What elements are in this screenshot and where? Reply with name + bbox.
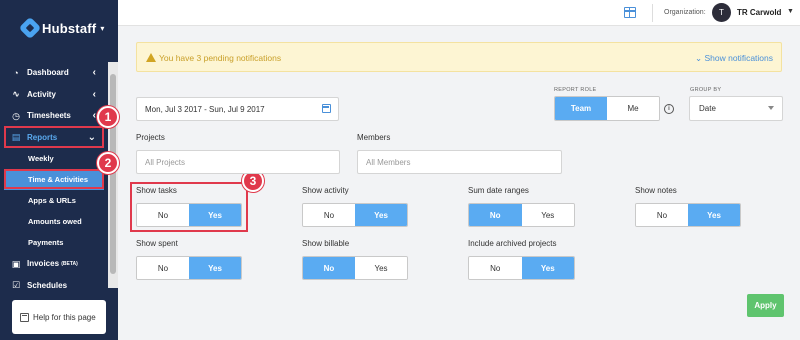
members-select[interactable]: All Members bbox=[357, 150, 562, 174]
show-activity-toggle: No Yes bbox=[302, 203, 408, 227]
show-spent-no-button[interactable]: No bbox=[137, 257, 189, 279]
sidebar-subitem-label: Apps & URLs bbox=[28, 196, 76, 205]
sum-date-ranges-toggle: No Yes bbox=[468, 203, 575, 227]
group-by-value: Date bbox=[699, 104, 716, 113]
report-role-label: REPORT ROLE bbox=[554, 87, 597, 93]
include-archived-no-button[interactable]: No bbox=[469, 257, 522, 279]
date-range-picker[interactable]: Mon, Jul 3 2017 - Sun, Jul 9 2017 bbox=[136, 97, 339, 121]
chevron-down-icon: ▾ bbox=[100, 23, 105, 33]
invoice-icon: ▣ bbox=[11, 258, 21, 269]
sidebar-subitem-weekly[interactable]: Weekly bbox=[0, 148, 108, 169]
include-archived-toggle: No Yes bbox=[468, 256, 575, 280]
report-role-me-button[interactable]: Me bbox=[607, 97, 659, 120]
show-tasks-yes-button[interactable]: Yes bbox=[189, 204, 241, 226]
clock-icon: ◷ bbox=[12, 110, 20, 121]
sidebar-item-activity[interactable]: ∿ Activity ‹ bbox=[0, 84, 108, 106]
show-billable-yes-button[interactable]: Yes bbox=[355, 257, 407, 279]
activity-icon: ∿ bbox=[12, 89, 20, 100]
hubstaff-logo-icon bbox=[18, 16, 42, 40]
show-billable-no-button[interactable]: No bbox=[303, 257, 355, 279]
include-archived-yes-button[interactable]: Yes bbox=[521, 257, 574, 279]
chevron-left-icon: ‹ bbox=[92, 110, 96, 122]
chevron-down-icon[interactable]: ▼ bbox=[787, 8, 794, 15]
show-notifications-link[interactable]: ⌄ Show notifications bbox=[695, 53, 773, 64]
sum-date-ranges-yes-button[interactable]: Yes bbox=[521, 204, 574, 226]
projects-label: Projects bbox=[136, 133, 165, 142]
annotation-badge-2: 2 bbox=[97, 152, 119, 174]
show-notes-no-button[interactable]: No bbox=[636, 204, 688, 226]
notification-text: You have 3 pending notifications bbox=[159, 53, 282, 63]
beta-badge: (BETA) bbox=[61, 260, 78, 267]
show-activity-label: Show activity bbox=[302, 186, 349, 195]
annotation-badge-1: 1 bbox=[97, 106, 119, 128]
report-role-toggle: Team Me bbox=[554, 96, 660, 121]
scrollbar-thumb[interactable] bbox=[110, 74, 116, 274]
sidebar-item-label: Activity bbox=[27, 89, 56, 99]
show-notes-yes-button[interactable]: Yes bbox=[688, 204, 740, 226]
annotation-box-time-activities bbox=[4, 169, 104, 189]
show-notes-label: Show notes bbox=[635, 186, 677, 195]
show-notes-toggle: No Yes bbox=[635, 203, 741, 227]
gift-icon[interactable] bbox=[624, 7, 636, 18]
warning-icon bbox=[146, 53, 156, 62]
show-spent-yes-button[interactable]: Yes bbox=[189, 257, 241, 279]
show-activity-no-button[interactable]: No bbox=[303, 204, 355, 226]
calendar-check-icon: ☑ bbox=[11, 280, 21, 291]
organization-name[interactable]: TR Carwold bbox=[737, 8, 781, 17]
organization-label: Organization: bbox=[664, 9, 706, 16]
show-activity-yes-button[interactable]: Yes bbox=[355, 204, 407, 226]
chevron-left-icon: ‹ bbox=[92, 88, 96, 100]
projects-placeholder: All Projects bbox=[145, 157, 186, 167]
sidebar-item-label: Timesheets bbox=[27, 111, 71, 121]
info-icon[interactable]: i bbox=[664, 104, 674, 114]
dashboard-icon: ◔ bbox=[13, 67, 19, 78]
calendar-icon[interactable] bbox=[322, 104, 331, 113]
members-placeholder: All Members bbox=[366, 157, 411, 167]
apply-button[interactable]: Apply bbox=[747, 294, 784, 317]
logo[interactable]: Hubstaff ▾ bbox=[18, 16, 105, 40]
annotation-box-reports bbox=[4, 126, 104, 148]
sidebar-subitem-amounts-owed[interactable]: Amounts owed bbox=[0, 211, 108, 232]
sidebar-subitem-label: Amounts owed bbox=[28, 217, 82, 226]
date-range-value: Mon, Jul 3 2017 - Sun, Jul 9 2017 bbox=[145, 104, 265, 114]
avatar[interactable]: T bbox=[712, 3, 731, 22]
show-tasks-no-button[interactable]: No bbox=[137, 204, 189, 226]
sidebar-subitem-payments[interactable]: Payments bbox=[0, 232, 108, 253]
show-spent-toggle: No Yes bbox=[136, 256, 242, 280]
report-role-team-button[interactable]: Team bbox=[555, 97, 607, 120]
sum-date-ranges-no-button[interactable]: No bbox=[469, 204, 522, 226]
include-archived-label: Include archived projects bbox=[468, 239, 557, 248]
show-spent-label: Show spent bbox=[136, 239, 178, 248]
help-doc-icon bbox=[20, 312, 29, 322]
chevron-left-icon: ‹ bbox=[92, 67, 96, 79]
divider bbox=[652, 4, 653, 22]
show-billable-label: Show billable bbox=[302, 239, 350, 248]
sidebar-subitem-label: Payments bbox=[28, 238, 64, 247]
notification-banner: You have 3 pending notifications ⌄ Show … bbox=[136, 42, 782, 72]
members-label: Members bbox=[357, 133, 391, 142]
app-name: Hubstaff bbox=[42, 20, 97, 36]
top-bar: Organization: T TR Carwold ▼ bbox=[118, 0, 800, 26]
show-notifications-label: Show notifications bbox=[704, 53, 773, 63]
sidebar-item-label: Invoices bbox=[27, 259, 60, 269]
show-tasks-toggle: No Yes bbox=[136, 203, 242, 227]
sidebar-item-timesheets[interactable]: ◷ Timesheets ‹ bbox=[0, 105, 108, 127]
group-by-select[interactable]: Date bbox=[689, 96, 783, 121]
help-label: Help for this page bbox=[33, 312, 96, 322]
sidebar-item-label: Dashboard bbox=[27, 68, 69, 78]
sum-date-ranges-label: Sum date ranges bbox=[468, 186, 529, 195]
sidebar-scrollbar[interactable] bbox=[108, 62, 118, 288]
show-tasks-label: Show tasks bbox=[136, 186, 177, 195]
sidebar-subitem-label: Weekly bbox=[28, 154, 54, 163]
projects-select[interactable]: All Projects bbox=[136, 150, 340, 174]
group-by-label: GROUP BY bbox=[690, 87, 722, 93]
sidebar-subitem-apps-urls[interactable]: Apps & URLs bbox=[0, 190, 108, 211]
caret-down-icon bbox=[768, 106, 774, 110]
sidebar-item-dashboard[interactable]: ◔ Dashboard ‹ bbox=[0, 62, 108, 84]
help-button[interactable]: Help for this page bbox=[12, 300, 106, 334]
sidebar-item-schedules[interactable]: ☑ Schedules bbox=[0, 275, 108, 297]
sidebar-item-label: Schedules bbox=[27, 280, 68, 290]
sidebar-item-invoices[interactable]: ▣ Invoices (BETA) bbox=[0, 253, 108, 275]
show-billable-toggle: No Yes bbox=[302, 256, 408, 280]
